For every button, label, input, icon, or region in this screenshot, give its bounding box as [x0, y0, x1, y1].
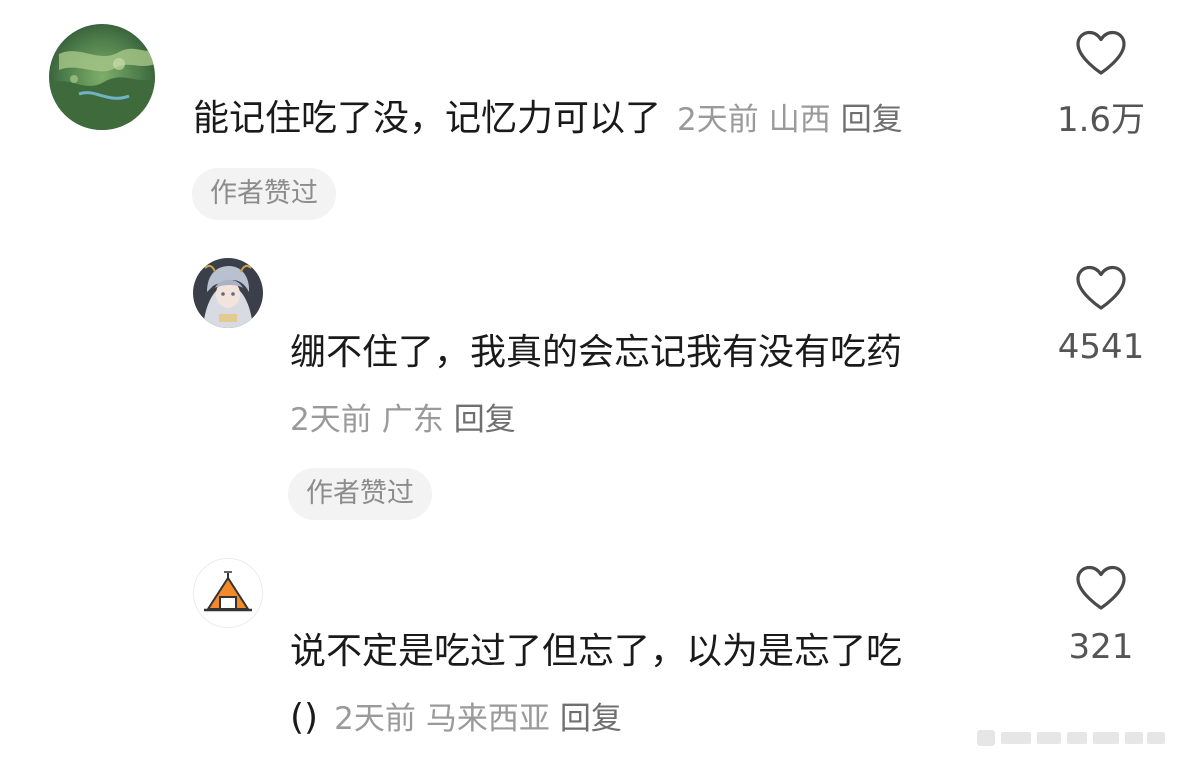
comment-time: 2天前 — [290, 402, 372, 438]
comment-item: 能记住吃了没，记忆力可以了 2天前 山西 回复 作者赞过 1.6万 — [0, 0, 1179, 240]
comment-body: 能记住吃了没，记忆力可以了 — [193, 98, 662, 139]
like-button[interactable]: 321 — [1041, 565, 1161, 667]
comment-item: 绷不住了，我真的会忘记我有没有吃药 2天前 广东 回复 作者赞过 4541 — [0, 240, 1179, 540]
author-liked-badge: 作者赞过 — [288, 468, 432, 520]
like-count: 321 — [1068, 627, 1134, 667]
comment-time: 2天前 — [334, 701, 416, 737]
comment-meta: 2天前 山西 回复 — [677, 102, 903, 138]
reply-button[interactable]: 回复 — [841, 102, 903, 138]
comment-text: 说不定是吃过了但忘了，以为是忘了吃 — [290, 631, 903, 672]
like-button[interactable]: 1.6万 — [1041, 30, 1161, 141]
avatar[interactable] — [193, 558, 263, 628]
reply-button[interactable]: 回复 — [454, 402, 516, 438]
comment-text: 绷不住了，我真的会忘记我有没有吃药 — [290, 332, 903, 373]
author-liked-badge: 作者赞过 — [192, 168, 336, 220]
comment-body-continued: () — [290, 697, 319, 738]
anime-character-avatar-icon — [193, 258, 263, 328]
comment-location: 马来西亚 — [425, 701, 550, 737]
heart-icon — [1076, 265, 1126, 310]
like-button[interactable]: 4541 — [1041, 265, 1161, 367]
landscape-avatar-icon — [49, 24, 155, 130]
comment-text-continued: () 2天前 马来西亚 回复 — [290, 694, 622, 743]
like-count: 1.6万 — [1056, 100, 1146, 140]
comment-text: 能记住吃了没，记忆力可以了 2天前 山西 回复 — [193, 95, 903, 144]
watermark-logo — [977, 730, 1165, 746]
comment-time: 2天前 — [677, 102, 759, 138]
comment-location: 山西 — [768, 102, 831, 138]
comment-location: 广东 — [381, 402, 444, 438]
comment-meta: 2天前 广东 回复 — [290, 396, 516, 444]
tent-avatar-icon — [194, 559, 262, 627]
avatar[interactable] — [193, 258, 263, 328]
like-count: 4541 — [1057, 327, 1145, 367]
heart-icon — [1076, 30, 1126, 75]
comment-meta: 2天前 马来西亚 回复 — [334, 701, 622, 737]
heart-icon — [1076, 565, 1126, 610]
reply-button[interactable]: 回复 — [560, 701, 622, 737]
avatar[interactable] — [49, 24, 155, 130]
